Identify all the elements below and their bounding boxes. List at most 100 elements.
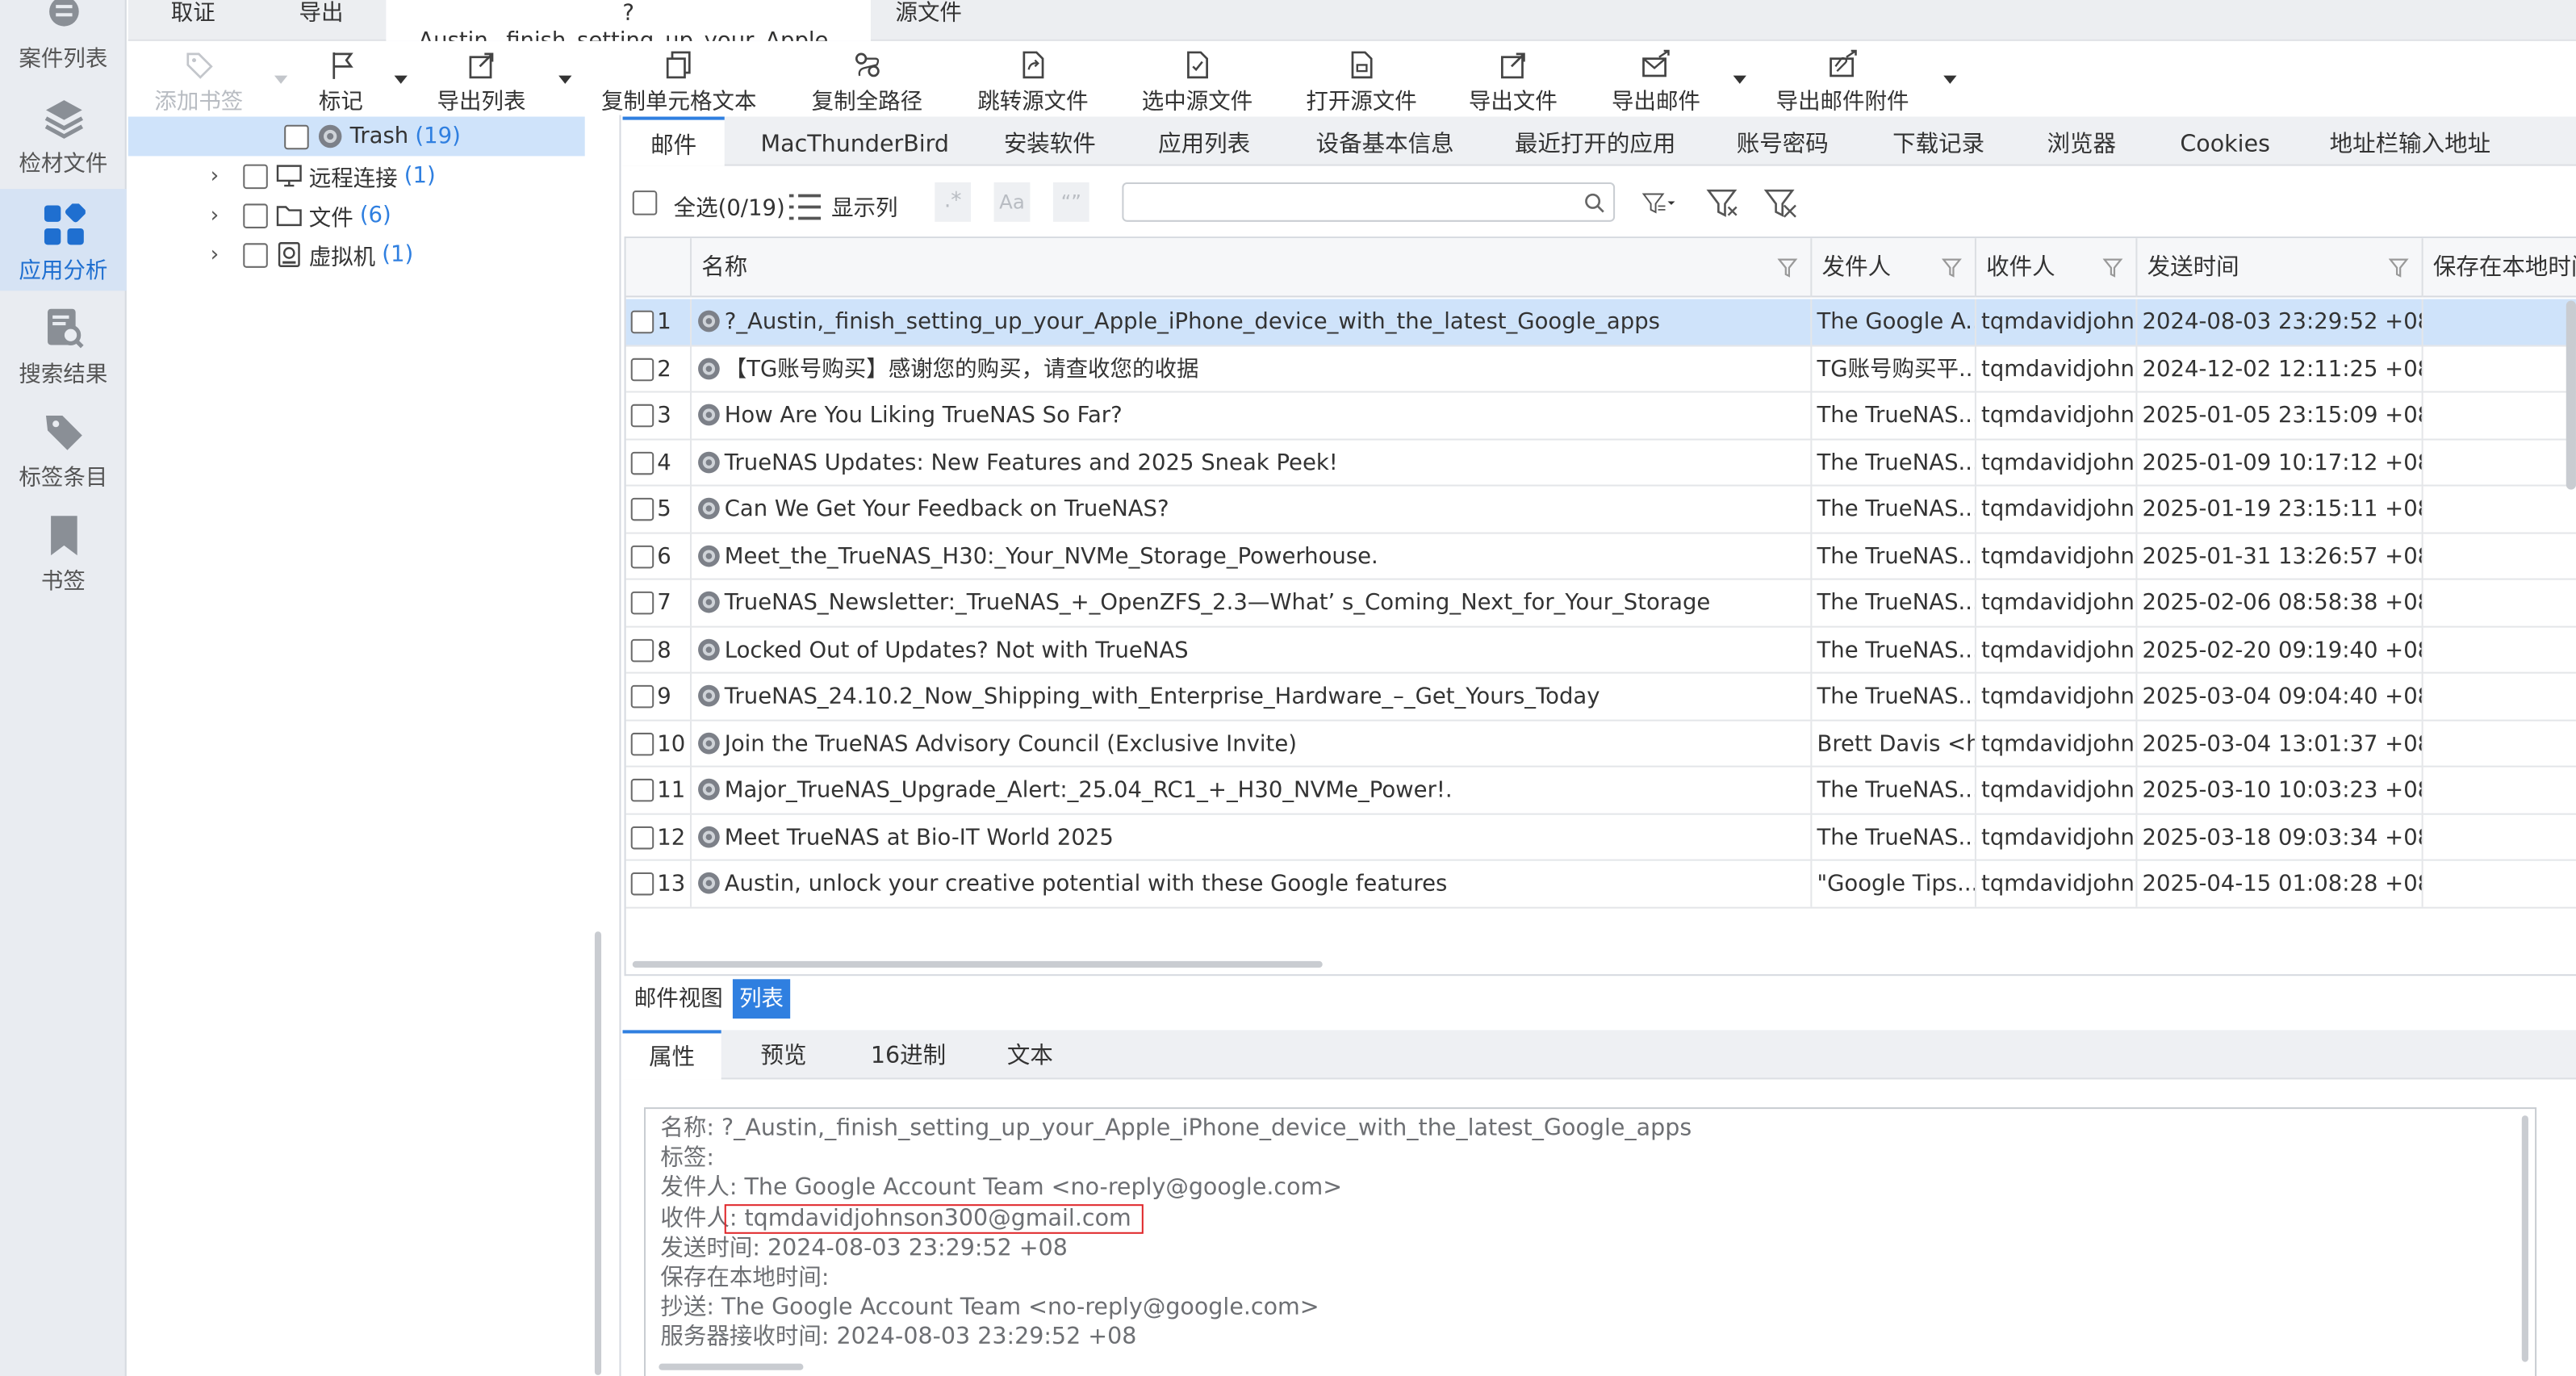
table-row[interactable]: 10 Join the TrueNAS Advisory Council (Exc… <box>625 720 2576 767</box>
row-checkbox[interactable] <box>630 404 654 428</box>
row-checkbox[interactable] <box>630 310 654 334</box>
column-header-recipient[interactable]: 收件人 <box>1976 238 2138 298</box>
row-checkbox[interactable] <box>630 872 654 896</box>
tree-item-files[interactable]: › 文件 (6) <box>128 195 621 235</box>
tab-address-bar-input[interactable]: 地址栏输入地址 <box>2313 117 2507 166</box>
tab-recent-apps[interactable]: 最近打开的应用 <box>1499 117 1692 166</box>
export-file-button[interactable]: 导出文件 <box>1469 49 1558 115</box>
properties-horizontal-scrollbar[interactable] <box>659 1363 804 1370</box>
tab-preview[interactable]: 预览 <box>734 1030 833 1079</box>
table-row[interactable]: 6 Meet_the_TrueNAS_H30:_Your_NVMe_Storage… <box>625 533 2576 580</box>
tree-checkbox[interactable] <box>284 123 309 149</box>
row-checkbox[interactable] <box>630 450 654 475</box>
table-row[interactable]: 12 Meet TrueNAS at Bio-IT World 2025 The T… <box>625 813 2576 861</box>
list-columns-icon[interactable] <box>787 189 823 225</box>
filter-menu-icon[interactable] <box>1641 186 1678 222</box>
mail-view-button[interactable]: 邮件视图 <box>628 979 730 1018</box>
tree-scrollbar[interactable] <box>594 931 602 1375</box>
tree-checkbox[interactable] <box>243 242 268 267</box>
nav-case-list[interactable]: 案件列表 <box>0 0 127 79</box>
table-row[interactable]: 5 Can We Get Your Feedback on TrueNAS? The… <box>625 486 2576 533</box>
nav-app-analysis[interactable]: 应用分析 <box>0 189 127 291</box>
select-source-file-button[interactable]: 选中源文件 <box>1142 49 1252 115</box>
tab-device-info[interactable]: 设备基本信息 <box>1299 117 1470 166</box>
tree-item-trash[interactable]: › Trash (19) <box>128 116 585 157</box>
jump-source-file-button[interactable]: 跳转源文件 <box>977 49 1089 115</box>
tab-macthunderbird[interactable]: MacThunderBird <box>744 117 965 166</box>
tab-text[interactable]: 文本 <box>981 1030 1079 1079</box>
column-header-send-time[interactable]: 发送时间 <box>2137 238 2423 298</box>
row-checkbox[interactable] <box>630 684 654 709</box>
tab-current-mail[interactable]: ?_Austin,_finish_setting_up_your_Apple..… <box>386 0 871 54</box>
tab-account-passwords[interactable]: 账号密码 <box>1720 117 1845 166</box>
expand-icon[interactable]: › <box>211 203 230 228</box>
tab-forensics[interactable]: 取证 <box>151 0 235 41</box>
column-header-sender[interactable]: 发件人 <box>1812 238 1976 298</box>
table-vertical-scrollbar[interactable] <box>2566 300 2576 490</box>
add-bookmark-dropdown-icon[interactable] <box>274 75 288 84</box>
column-header-name[interactable]: 名称 <box>692 238 1813 298</box>
row-checkbox[interactable] <box>630 638 654 662</box>
mark-button[interactable]: 标记 <box>319 49 363 115</box>
tab-app-list[interactable]: 应用列表 <box>1142 117 1267 166</box>
tab-cookies[interactable]: Cookies <box>2164 117 2286 166</box>
nav-evidence-files[interactable]: 检材文件 <box>0 82 127 184</box>
tree-item-remote-connection[interactable]: › 远程连接 (1) <box>128 156 621 195</box>
table-horizontal-scrollbar[interactable] <box>632 960 1323 968</box>
nav-bookmarks[interactable]: 书签 <box>0 500 127 601</box>
column-filter-icon[interactable] <box>1942 257 1964 279</box>
row-checkbox[interactable] <box>630 497 654 521</box>
show-columns-button[interactable]: 显示列 <box>831 189 897 222</box>
tab-installed-software[interactable]: 安装软件 <box>987 117 1112 166</box>
tree-item-virtual-machine[interactable]: › 虚拟机 (1) <box>128 235 621 274</box>
export-list-dropdown-icon[interactable] <box>558 75 572 84</box>
row-checkbox[interactable] <box>630 591 654 615</box>
table-row[interactable]: 4 TrueNAS Updates: New Features and 2025 … <box>625 439 2576 487</box>
column-filter-icon[interactable] <box>1777 257 1800 279</box>
copy-full-path-button[interactable]: 复制全路径 <box>812 49 922 115</box>
column-filter-icon[interactable] <box>2102 257 2126 279</box>
search-icon[interactable] <box>1583 192 1604 213</box>
table-row[interactable]: 7 TrueNAS_Newsletter:_TrueNAS_+_OpenZFS_2… <box>625 579 2576 627</box>
tab-properties[interactable]: 属性 <box>622 1030 721 1080</box>
search-input[interactable] <box>1130 183 1574 220</box>
export-mail-button[interactable]: 导出邮件 <box>1612 49 1700 115</box>
clear-filter-icon[interactable] <box>1705 186 1742 222</box>
match-case-toggle[interactable]: Aa <box>993 182 1031 222</box>
expand-icon[interactable]: › <box>211 164 230 189</box>
open-source-file-button[interactable]: 打开源文件 <box>1306 49 1417 115</box>
table-row[interactable]: 8 Locked Out of Updates? Not with TrueNAS… <box>625 626 2576 674</box>
copy-cell-text-button[interactable]: 复制单元格文本 <box>601 49 756 115</box>
tab-export[interactable]: 导出 <box>279 0 363 41</box>
export-mail-dropdown-icon[interactable] <box>1733 75 1746 84</box>
table-row[interactable]: 3 How Are You Liking TrueNAS So Far? The T… <box>625 392 2576 440</box>
column-filter-icon[interactable] <box>2388 257 2411 279</box>
export-list-button[interactable]: 导出列表 <box>437 49 525 115</box>
add-bookmark-button[interactable]: 添加书签 <box>154 49 243 115</box>
tab-hex[interactable]: 16进制 <box>844 1030 972 1079</box>
tab-source-file[interactable]: 源文件 <box>876 0 981 41</box>
export-attachment-dropdown-icon[interactable] <box>1943 75 1957 84</box>
column-header-local-save-time[interactable]: 保存在本地时间 <box>2423 238 2576 297</box>
mark-dropdown-icon[interactable] <box>394 75 408 84</box>
table-row[interactable]: 9 TrueNAS_24.10.2_Now_Shipping_with_Enter… <box>625 673 2576 721</box>
row-checkbox[interactable] <box>630 778 654 802</box>
row-checkbox[interactable] <box>630 357 654 381</box>
remove-all-filters-icon[interactable] <box>1763 186 1799 222</box>
whole-word-toggle[interactable]: “” <box>1052 182 1089 222</box>
nav-search-results[interactable]: 搜索结果 <box>0 292 127 394</box>
tree-checkbox[interactable] <box>243 163 268 189</box>
table-row[interactable]: 2 【TG账号购买】感谢您的购买，请查收您的收据 TG账号购买平... tqmdavi… <box>625 345 2576 393</box>
row-checkbox[interactable] <box>630 544 654 568</box>
row-checkbox[interactable] <box>630 731 654 755</box>
nav-tag-entries[interactable]: 标签条目 <box>0 396 127 498</box>
properties-vertical-scrollbar[interactable] <box>2521 1115 2528 1362</box>
list-view-button[interactable]: 列表 <box>732 979 791 1019</box>
table-row[interactable]: 13 Austin, unlock your creative potential… <box>625 860 2576 908</box>
row-checkbox[interactable] <box>630 825 654 849</box>
regex-toggle[interactable]: .* <box>935 182 972 222</box>
expand-icon[interactable]: › <box>211 242 230 267</box>
select-all-checkbox[interactable] <box>632 190 658 215</box>
tree-checkbox[interactable] <box>243 203 268 228</box>
tab-download-records[interactable]: 下载记录 <box>1876 117 2001 166</box>
